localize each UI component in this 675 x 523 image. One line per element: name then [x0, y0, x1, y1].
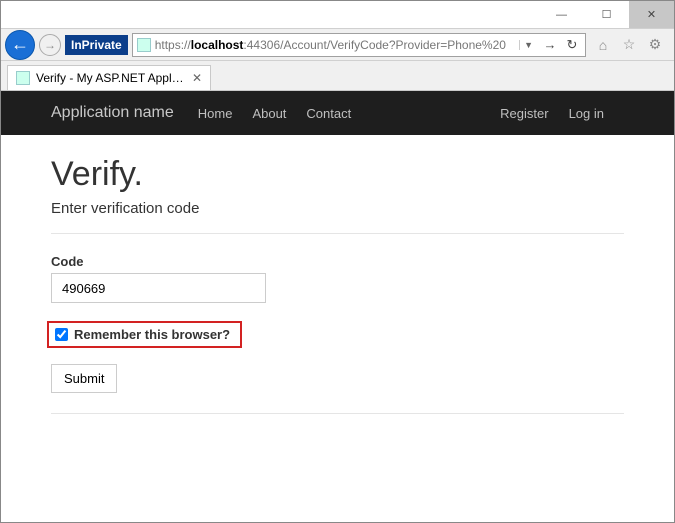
- refresh-button[interactable]: ↻: [563, 37, 581, 53]
- tab-page-icon: [16, 71, 30, 85]
- url-host: localhost: [191, 38, 244, 52]
- address-bar[interactable]: https://localhost:44306/Account/VerifyCo…: [132, 33, 586, 57]
- remember-label: Remember this browser?: [74, 327, 230, 342]
- brand-link[interactable]: Application name: [51, 104, 174, 122]
- url-text: https://localhost:44306/Account/VerifyCo…: [155, 38, 515, 52]
- main-content: Verify. Enter verification code Code Rem…: [1, 135, 674, 454]
- nav-back-button[interactable]: ←: [5, 30, 35, 60]
- nav-register[interactable]: Register: [500, 106, 548, 121]
- tab-label: Verify - My ASP.NET Applic...: [36, 71, 186, 85]
- window-titlebar: — ☐ ✕: [1, 1, 674, 29]
- favorites-icon[interactable]: ☆: [620, 36, 638, 54]
- url-scheme: https://: [155, 38, 191, 52]
- inprivate-badge: InPrivate: [65, 35, 128, 55]
- browser-tab[interactable]: Verify - My ASP.NET Applic... ✕: [7, 65, 211, 90]
- submit-button[interactable]: Submit: [51, 364, 117, 393]
- browser-toolbar: ← → InPrivate https://localhost:44306/Ac…: [1, 29, 674, 61]
- code-input[interactable]: [51, 273, 266, 303]
- submit-row: Submit: [51, 364, 624, 393]
- page-title: Verify.: [51, 155, 624, 194]
- go-button[interactable]: →: [541, 37, 559, 52]
- page-icon: [137, 38, 151, 52]
- divider: [51, 233, 624, 234]
- code-label: Code: [51, 254, 624, 269]
- nav-home[interactable]: Home: [198, 106, 233, 121]
- nav-forward-button[interactable]: →: [39, 34, 61, 56]
- nav-login[interactable]: Log in: [569, 106, 604, 121]
- code-group: Code: [51, 254, 624, 303]
- window-maximize-button[interactable]: ☐: [584, 1, 629, 28]
- page-content: Application name Home About Contact Regi…: [1, 91, 674, 454]
- window-close-button[interactable]: ✕: [629, 1, 674, 28]
- app-navbar: Application name Home About Contact Regi…: [1, 91, 674, 135]
- divider-bottom: [51, 413, 624, 414]
- home-icon[interactable]: ⌂: [594, 36, 612, 54]
- toolbar-icons: ⌂ ☆ ⚙: [590, 36, 668, 54]
- tab-strip: Verify - My ASP.NET Applic... ✕: [1, 61, 674, 91]
- remember-row: Remember this browser?: [47, 321, 242, 348]
- url-path: :44306/Account/VerifyCode?Provider=Phone…: [243, 38, 506, 52]
- nav-about[interactable]: About: [252, 106, 286, 121]
- tab-close-icon[interactable]: ✕: [192, 71, 202, 85]
- window-minimize-button[interactable]: —: [539, 1, 584, 28]
- remember-checkbox[interactable]: [55, 328, 68, 341]
- page-subtitle: Enter verification code: [51, 200, 624, 217]
- settings-icon[interactable]: ⚙: [646, 36, 664, 54]
- nav-contact[interactable]: Contact: [306, 106, 351, 121]
- url-dropdown-icon[interactable]: ▼: [519, 40, 537, 50]
